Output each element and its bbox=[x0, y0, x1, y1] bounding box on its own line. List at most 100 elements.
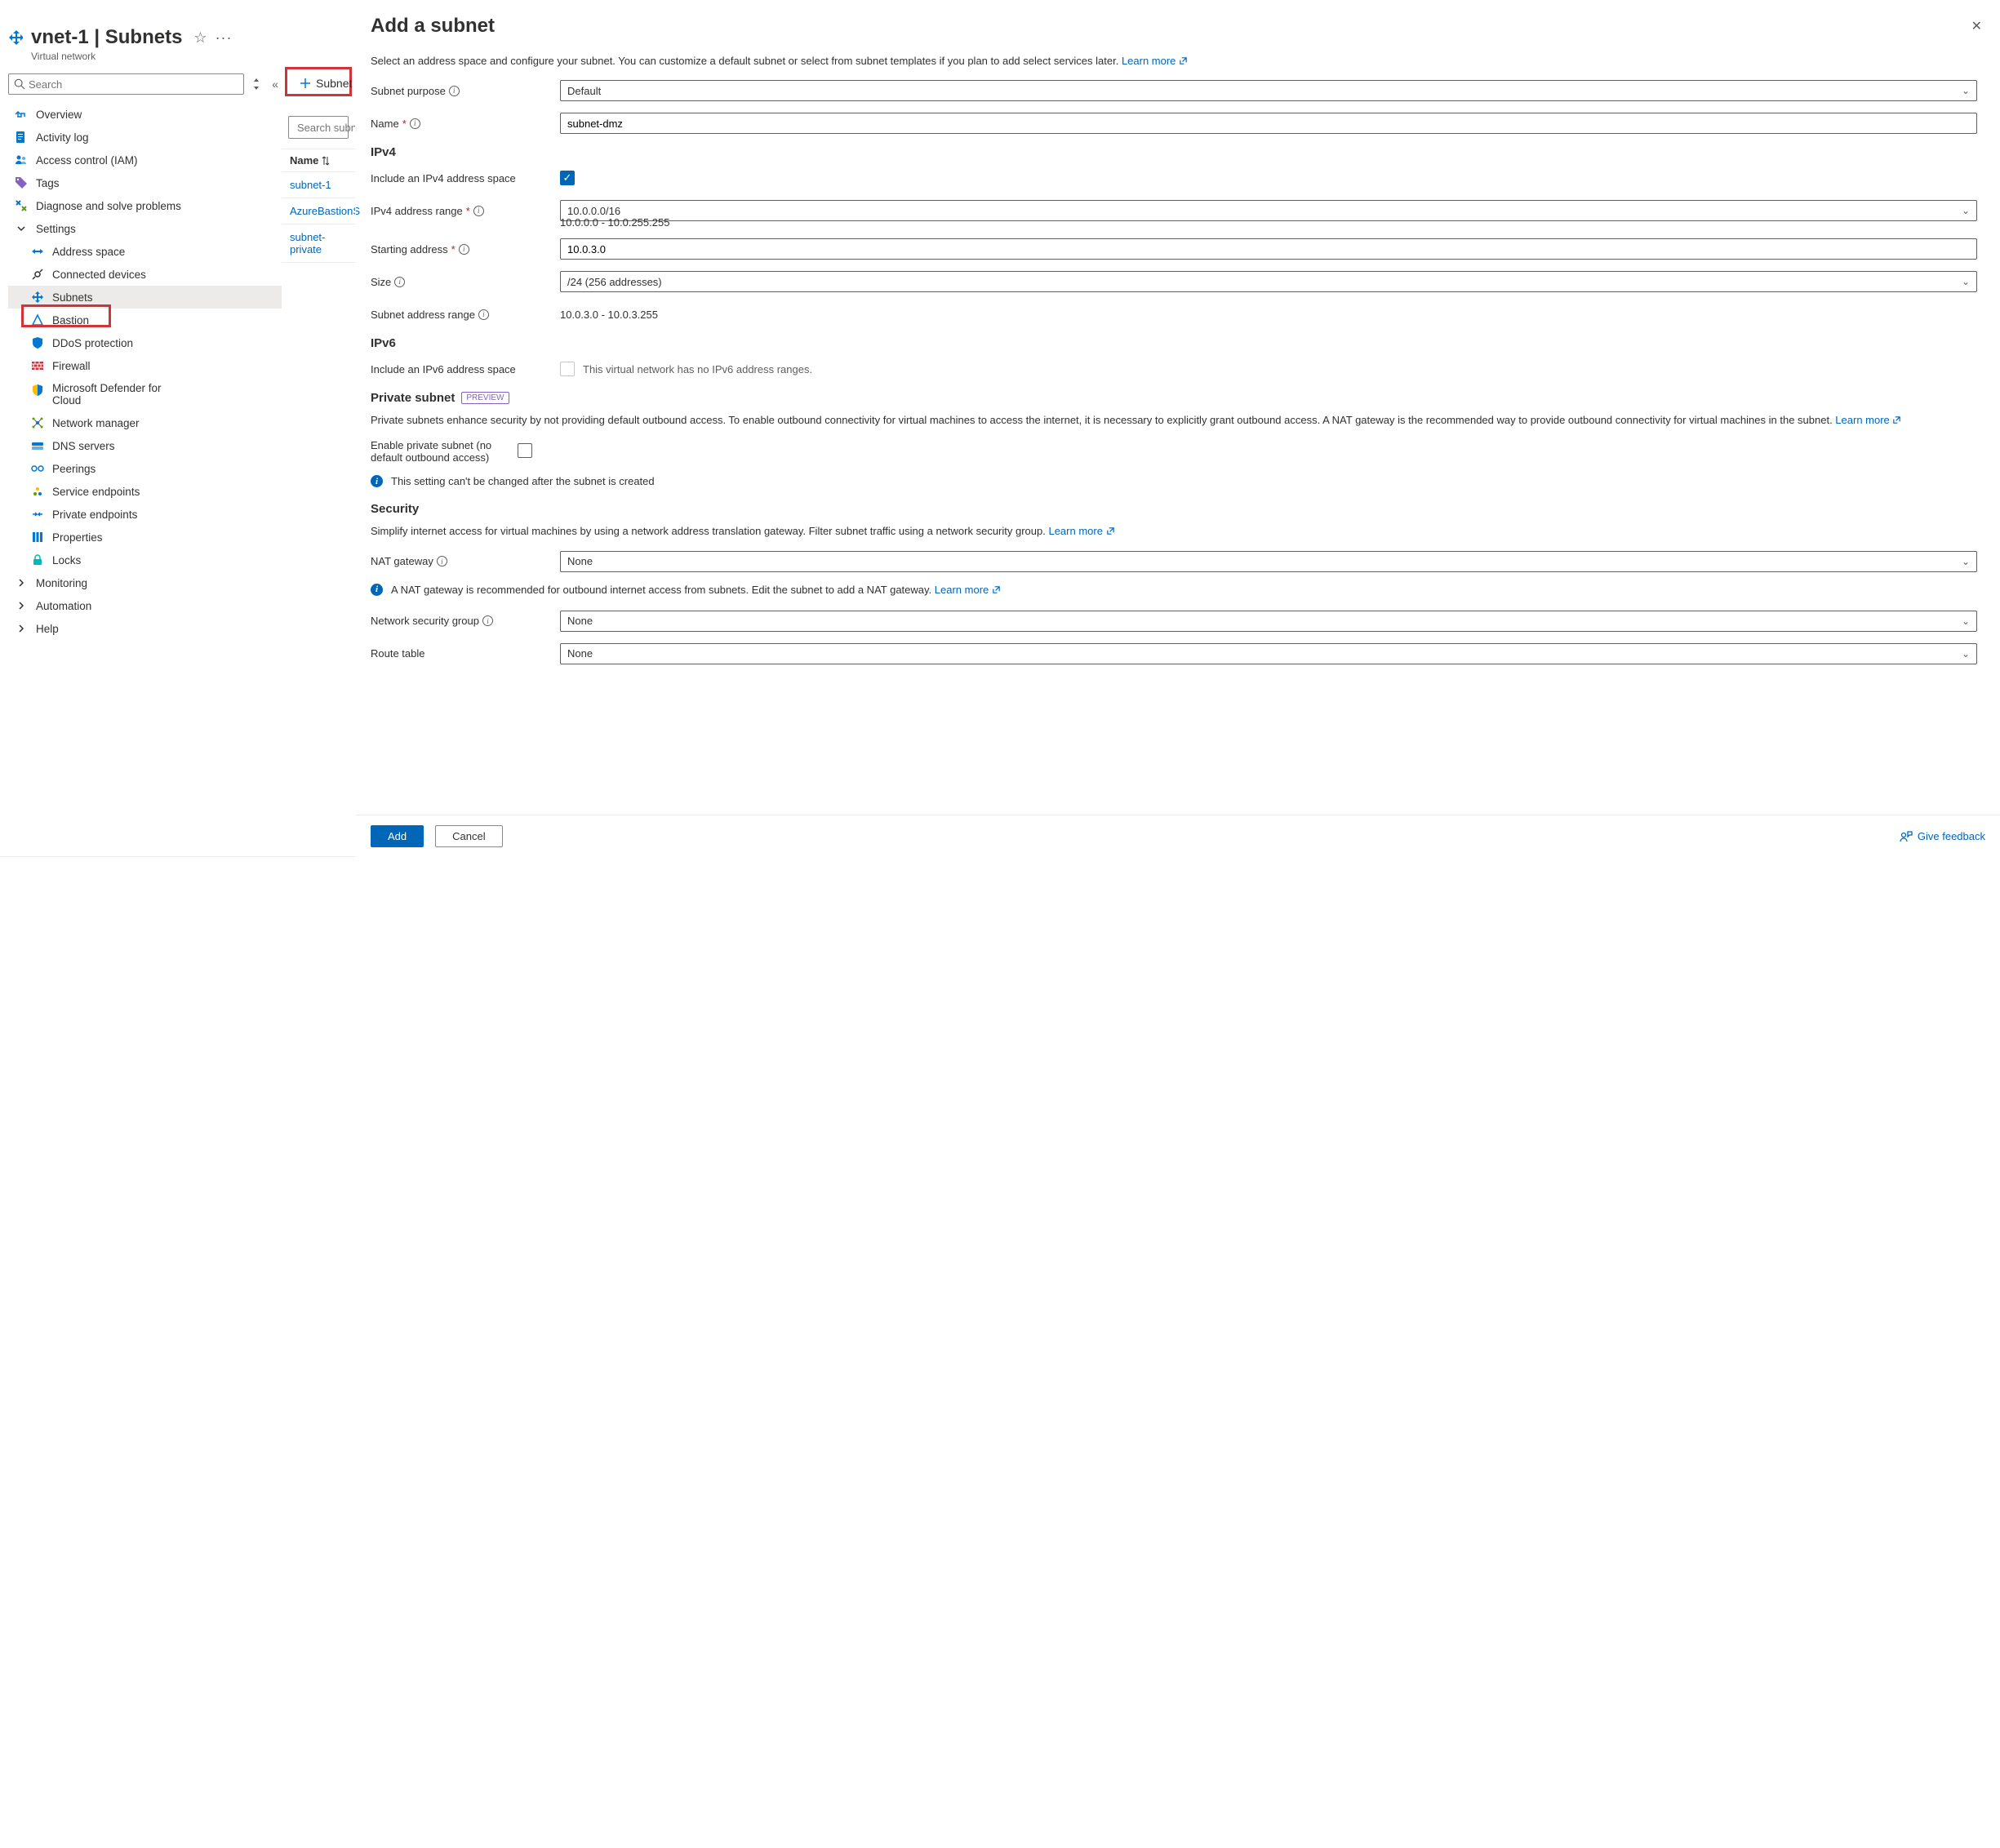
info-icon[interactable]: i bbox=[459, 244, 469, 255]
nav-locks[interactable]: Locks bbox=[8, 549, 282, 571]
page-subtitle: Virtual network bbox=[31, 51, 282, 62]
nav-diagnose[interactable]: Diagnose and solve problems bbox=[8, 194, 282, 217]
info-icon[interactable]: i bbox=[449, 86, 460, 96]
column-name[interactable]: Name bbox=[282, 149, 355, 172]
panel-footer: Add Cancel Give feedback bbox=[356, 815, 2000, 857]
nav-help-section[interactable]: Help bbox=[8, 617, 282, 640]
info-icon: i bbox=[371, 475, 383, 487]
start-label: Starting address bbox=[371, 243, 448, 255]
start-input[interactable] bbox=[560, 238, 1977, 260]
page-title: vnet-1 | Subnets bbox=[31, 26, 182, 49]
add-button[interactable]: Add bbox=[371, 825, 424, 847]
purpose-select[interactable]: Default⌄ bbox=[560, 80, 1977, 101]
cancel-button[interactable]: Cancel bbox=[435, 825, 502, 847]
subnet-list: Subnet Name subnet-1 AzureBastionS subne… bbox=[282, 0, 355, 857]
nav-ddos[interactable]: DDoS protection bbox=[8, 331, 282, 354]
nav-activity-log[interactable]: Activity log bbox=[8, 126, 282, 149]
chevron-down-icon: ⌄ bbox=[1962, 276, 1970, 287]
learn-more-link[interactable]: Learn more bbox=[1835, 414, 1901, 426]
info-icon[interactable]: i bbox=[410, 118, 420, 129]
nav-settings-section[interactable]: Settings bbox=[8, 217, 282, 240]
nav-network-manager[interactable]: Network manager bbox=[8, 411, 282, 434]
add-subnet-panel: ✕ Add a subnet Select an address space a… bbox=[355, 0, 2000, 857]
chevron-down-icon: ⌄ bbox=[1962, 205, 1970, 216]
table-row[interactable]: AzureBastionS bbox=[282, 198, 355, 224]
info-icon[interactable]: i bbox=[473, 206, 484, 216]
nav-service-endpoints[interactable]: Service endpoints bbox=[8, 480, 282, 503]
collapse-icon[interactable]: « bbox=[269, 78, 282, 91]
panel-intro: Select an address space and configure yo… bbox=[371, 54, 1977, 69]
expand-icon[interactable] bbox=[249, 78, 264, 90]
nav-dns[interactable]: DNS servers bbox=[8, 434, 282, 457]
nav-overview[interactable]: Overview bbox=[8, 103, 282, 126]
private-heading: Private subnet PREVIEW bbox=[371, 391, 1977, 405]
nsg-label: Network security group bbox=[371, 615, 479, 627]
close-icon[interactable]: ✕ bbox=[1971, 18, 1982, 34]
external-link-icon bbox=[992, 585, 1001, 594]
v4-range-label: IPv4 address range bbox=[371, 205, 463, 217]
chevron-right-icon bbox=[15, 576, 28, 589]
feedback-icon bbox=[1900, 830, 1913, 843]
nav-private-endpoints[interactable]: Private endpoints bbox=[8, 503, 282, 526]
nav-tags[interactable]: Tags bbox=[8, 171, 282, 194]
subnet-range-value: 10.0.3.0 - 10.0.3.255 bbox=[560, 309, 1977, 321]
include-v4-label: Include an IPv4 address space bbox=[371, 172, 560, 184]
lock-icon bbox=[31, 553, 44, 566]
plus-icon bbox=[300, 78, 311, 89]
chevron-down-icon: ⌄ bbox=[1962, 85, 1970, 96]
include-v4-checkbox[interactable]: ✓ bbox=[560, 171, 575, 185]
name-input[interactable] bbox=[560, 113, 1977, 134]
route-select[interactable]: None⌄ bbox=[560, 643, 1977, 664]
nav-iam[interactable]: Access control (IAM) bbox=[8, 149, 282, 171]
include-v6-label: Include an IPv6 address space bbox=[371, 363, 560, 375]
route-label: Route table bbox=[371, 647, 560, 660]
size-label: Size bbox=[371, 276, 391, 288]
nav-peerings[interactable]: Peerings bbox=[8, 457, 282, 480]
feedback-link[interactable]: Give feedback bbox=[1900, 830, 1985, 843]
left-nav: vnet-1 | Subnets ☆ ··· Virtual network «… bbox=[0, 0, 282, 857]
sidebar-search-input[interactable] bbox=[25, 78, 238, 91]
vnet-icon bbox=[8, 30, 23, 45]
v4-range-select[interactable]: 10.0.0.0/16⌄ bbox=[560, 200, 1977, 221]
learn-more-link[interactable]: Learn more bbox=[1122, 55, 1188, 67]
nav-properties[interactable]: Properties bbox=[8, 526, 282, 549]
ipv6-heading: IPv6 bbox=[371, 336, 1977, 350]
private-desc: Private subnets enhance security by not … bbox=[371, 413, 1977, 428]
learn-more-link[interactable]: Learn more bbox=[1048, 525, 1114, 537]
nav-defender[interactable]: Microsoft Defender for Cloud bbox=[8, 377, 282, 411]
nat-select[interactable]: None⌄ bbox=[560, 551, 1977, 572]
info-icon[interactable]: i bbox=[482, 615, 493, 626]
panel-title: Add a subnet bbox=[371, 15, 1977, 38]
nav-address-space[interactable]: Address space bbox=[8, 240, 282, 263]
nav-automation-section[interactable]: Automation bbox=[8, 594, 282, 617]
firewall-icon bbox=[31, 359, 44, 372]
nav-firewall[interactable]: Firewall bbox=[8, 354, 282, 377]
more-icon[interactable]: ··· bbox=[216, 29, 233, 47]
sort-icon bbox=[322, 156, 330, 166]
nav-bastion[interactable]: Bastion bbox=[8, 309, 282, 331]
ipv4-heading: IPv4 bbox=[371, 145, 1977, 159]
table-row[interactable]: subnet-1 bbox=[282, 172, 355, 198]
favorite-icon[interactable]: ☆ bbox=[193, 29, 207, 47]
nav-monitoring-section[interactable]: Monitoring bbox=[8, 571, 282, 594]
add-subnet-button[interactable]: Subnet bbox=[291, 73, 360, 93]
size-select[interactable]: /24 (256 addresses)⌄ bbox=[560, 271, 1977, 292]
defender-icon bbox=[31, 384, 44, 397]
chevron-down-icon: ⌄ bbox=[1962, 556, 1970, 567]
nav-subnets[interactable]: Subnets bbox=[8, 286, 282, 309]
enable-private-checkbox[interactable] bbox=[518, 443, 532, 458]
v6-note: This virtual network has no IPv6 address… bbox=[583, 363, 812, 375]
table-row[interactable]: subnet-private bbox=[282, 224, 355, 263]
info-icon[interactable]: i bbox=[394, 277, 405, 287]
sidebar-search[interactable] bbox=[8, 73, 244, 95]
info-icon[interactable]: i bbox=[437, 556, 447, 566]
info-icon[interactable]: i bbox=[478, 309, 489, 320]
svc-endpoint-icon bbox=[31, 485, 44, 498]
subnet-search[interactable] bbox=[288, 116, 349, 139]
external-link-icon bbox=[1892, 415, 1901, 424]
shield-icon bbox=[31, 336, 44, 349]
nav-connected-devices[interactable]: Connected devices bbox=[8, 263, 282, 286]
properties-icon bbox=[31, 531, 44, 544]
nsg-select[interactable]: None⌄ bbox=[560, 611, 1977, 632]
learn-more-link[interactable]: Learn more bbox=[935, 584, 1001, 596]
